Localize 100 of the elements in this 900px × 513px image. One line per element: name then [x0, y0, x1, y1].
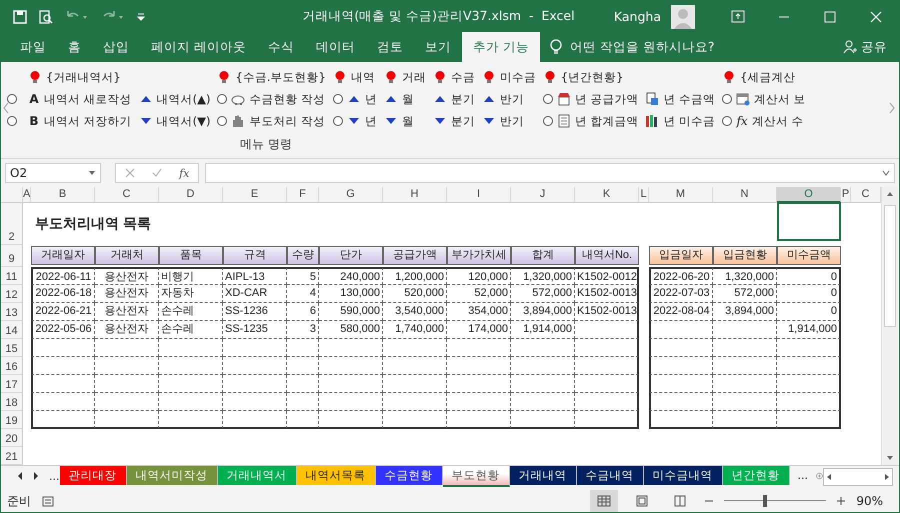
ribbon-command[interactable]: 년 공급가액: [574, 92, 638, 106]
insert-function-button[interactable]: fx: [179, 166, 190, 180]
radio-button[interactable]: [7, 94, 17, 104]
ribbon-command[interactable]: 내역서 새로작성: [44, 92, 132, 106]
normal-view-button[interactable]: [590, 490, 618, 512]
row-header[interactable]: 19: [1, 411, 23, 429]
row-header[interactable]: 20: [1, 429, 23, 447]
radio-button[interactable]: [722, 94, 732, 104]
ribbon-command[interactable]: 부도처리 작성: [249, 114, 326, 128]
zoom-level[interactable]: 90%: [856, 494, 883, 508]
ribbon-tab[interactable]: 홈: [57, 32, 92, 62]
row-header[interactable]: 13: [1, 303, 23, 321]
horizontal-scrollbar[interactable]: [822, 468, 893, 486]
ribbon-tab[interactable]: 추가 기능: [462, 32, 540, 62]
page-icon[interactable]: [635, 495, 650, 507]
row-header[interactable]: 16: [1, 357, 23, 375]
ribbon-command[interactable]: 내역서 저장하기: [44, 114, 132, 128]
row-header[interactable]: 11: [1, 267, 23, 285]
sheet-tab[interactable]: 내역서미작성: [126, 466, 218, 485]
name-box[interactable]: O2: [5, 163, 101, 183]
column-header[interactable]: G: [319, 187, 383, 203]
radio-button[interactable]: [332, 116, 343, 126]
ribbon-command[interactable]: 계산서 보: [754, 92, 806, 106]
ribbon-command[interactable]: 년 수금액: [663, 92, 716, 106]
ribbon-command[interactable]: 수금현황 작성: [249, 92, 326, 106]
ribbon-tab[interactable]: 수식: [256, 32, 305, 62]
column-header[interactable]: O: [777, 187, 841, 203]
radio-button[interactable]: [7, 116, 17, 126]
ribbon-tab[interactable]: 삽입: [92, 32, 140, 62]
ribbon-tab[interactable]: 보기: [414, 32, 462, 62]
ribbon-command[interactable]: 분기: [450, 92, 475, 106]
column-header[interactable]: K: [575, 187, 639, 203]
ribbon-tab[interactable]: 파일: [9, 32, 57, 62]
expand-icon[interactable]: [882, 170, 890, 176]
next-sheet-icon[interactable]: [33, 472, 39, 480]
sheet-tab[interactable]: 거래내역: [510, 466, 576, 485]
column-header[interactable]: D: [159, 187, 223, 203]
check-icon[interactable]: [152, 168, 162, 178]
radio-button[interactable]: [217, 94, 228, 104]
print-preview-icon[interactable]: [39, 10, 53, 24]
more-sheets-button[interactable]: ...: [49, 470, 60, 482]
formula-field[interactable]: [205, 163, 895, 183]
scroll-thumb[interactable]: [884, 205, 896, 327]
column-header[interactable]: P: [841, 187, 851, 203]
row-header[interactable]: 14: [1, 321, 23, 339]
ribbon-command[interactable]: 월: [402, 114, 414, 128]
column-header[interactable]: I: [447, 187, 511, 203]
radio-button[interactable]: [332, 94, 343, 104]
ribbon-command[interactable]: 계산서 수: [752, 114, 804, 128]
sheet-tab[interactable]: 관리대장: [60, 466, 126, 485]
selected-cell[interactable]: [777, 202, 841, 241]
ribbon-command[interactable]: 년 미수금: [663, 114, 716, 128]
radio-button[interactable]: [542, 116, 553, 126]
ribbon-command[interactable]: 내역서(▲): [156, 92, 210, 106]
share-button[interactable]: 공유: [861, 38, 887, 56]
ribbon-command[interactable]: 반기: [500, 114, 524, 128]
ribbon-command[interactable]: 반기: [500, 92, 524, 106]
ribbon-command[interactable]: 년: [364, 92, 377, 106]
dropdown-icon[interactable]: [88, 170, 96, 176]
ribbon-tab[interactable]: 데이터: [304, 32, 366, 62]
row-header[interactable]: 15: [1, 339, 23, 357]
previous-sheet-icon[interactable]: [17, 472, 23, 480]
ribbon-command[interactable]: 월: [402, 92, 414, 106]
column-header[interactable]: C: [95, 187, 159, 203]
macro-record-icon[interactable]: [41, 494, 55, 508]
row-header[interactable]: 18: [1, 393, 23, 411]
sheet-tab[interactable]: 내역서목록: [296, 466, 376, 485]
sheet-tab[interactable]: 부도현황: [442, 466, 510, 487]
row-header[interactable]: 9: [1, 245, 23, 267]
zoom-in-icon[interactable]: [836, 496, 846, 506]
ribbon-command[interactable]: 분기: [450, 114, 475, 128]
column-header[interactable]: M: [649, 187, 713, 203]
radio-button[interactable]: [722, 116, 732, 126]
sheet-tab[interactable]: 수금내역: [576, 466, 644, 485]
row-header[interactable]: 17: [1, 375, 23, 393]
row-header[interactable]: 2: [1, 203, 23, 245]
grid-icon[interactable]: [597, 495, 612, 507]
tell-me-field[interactable]: 어떤 작업을 원하시나요?: [570, 38, 715, 56]
row-header[interactable]: 12: [1, 285, 23, 303]
column-header[interactable]: C: [851, 187, 881, 203]
vertical-scrollbar[interactable]: [881, 187, 898, 465]
column-header[interactable]: J: [511, 187, 575, 203]
ribbon-command[interactable]: 년: [364, 114, 377, 128]
sheet-tab[interactable]: 미수금내역: [644, 466, 722, 485]
ribbon-command[interactable]: 내역서(▼): [156, 114, 210, 128]
customize-toolbar-icon[interactable]: [137, 12, 145, 22]
ribbon-tab[interactable]: 페이지 레이아웃: [140, 32, 257, 62]
row-header[interactable]: 21: [1, 447, 23, 465]
column-header[interactable]: B: [31, 187, 95, 203]
column-header[interactable]: F: [287, 187, 319, 203]
save-icon[interactable]: [13, 10, 27, 24]
column-header[interactable]: E: [223, 187, 287, 203]
radio-button[interactable]: [542, 94, 553, 104]
ribbon-command[interactable]: 년 합계금액: [574, 114, 638, 128]
ribbon-tab[interactable]: 검토: [366, 32, 414, 62]
radio-button[interactable]: [217, 116, 228, 126]
more-sheets-button[interactable]: ...: [790, 466, 816, 486]
column-header[interactable]: N: [713, 187, 777, 203]
split-page-icon[interactable]: [673, 495, 688, 507]
column-header[interactable]: H: [383, 187, 447, 203]
